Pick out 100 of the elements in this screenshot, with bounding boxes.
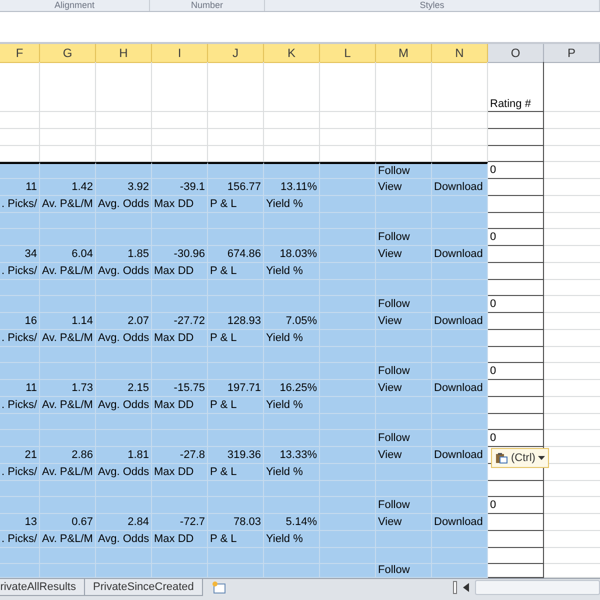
link-text[interactable]: Follow — [376, 296, 432, 313]
table-cell: 13.33% — [264, 447, 320, 464]
table-cell — [376, 414, 432, 430]
table-cell — [208, 548, 264, 564]
table-cell — [264, 430, 320, 447]
link-text[interactable]: View — [376, 380, 432, 397]
table-cell: 7.05% — [264, 313, 320, 330]
table-cell — [320, 347, 376, 363]
table-cell: P & L — [208, 196, 264, 213]
table-cell — [152, 564, 208, 578]
link-text[interactable]: Follow — [376, 497, 432, 514]
split-handle[interactable] — [453, 581, 457, 594]
table-cell — [0, 548, 40, 564]
link-text[interactable]: Download — [432, 447, 488, 464]
horizontal-scrollbar[interactable] — [475, 580, 600, 595]
table-cell: Max DD — [152, 330, 208, 347]
table-cell — [40, 548, 96, 564]
table-cell: 2.84 — [96, 514, 152, 531]
table-cell — [40, 129, 96, 146]
column-header[interactable]: H — [96, 44, 152, 63]
table-cell: Avg. Odds — [96, 263, 152, 280]
column-header[interactable]: J — [208, 44, 264, 63]
table-cell — [208, 229, 264, 246]
table-cell — [432, 531, 488, 548]
link-text[interactable]: View — [376, 246, 432, 263]
link-text[interactable]: Follow — [376, 162, 432, 179]
table-cell — [488, 196, 544, 213]
table-cell: 1.85 — [96, 246, 152, 263]
table-cell — [320, 380, 376, 397]
table-cell — [264, 414, 320, 430]
table-cell: P & L — [208, 397, 264, 414]
table-cell: 18.03% — [264, 246, 320, 263]
table-cell — [96, 481, 152, 497]
column-header[interactable]: P — [544, 44, 600, 63]
paste-options-button[interactable]: (Ctrl) — [491, 448, 550, 468]
link-text[interactable]: Follow — [376, 363, 432, 380]
table-cell — [40, 229, 96, 246]
table-cell — [264, 229, 320, 246]
table-cell: -27.8 — [152, 447, 208, 464]
table-cell — [40, 564, 96, 578]
table-cell — [208, 564, 264, 578]
table-cell: Avg. Odds — [96, 464, 152, 481]
table-cell — [0, 213, 40, 229]
table-cell — [0, 414, 40, 430]
link-text[interactable]: Download — [432, 313, 488, 330]
column-header[interactable]: N — [432, 44, 488, 63]
link-text[interactable]: Download — [432, 179, 488, 196]
table-cell — [208, 213, 264, 229]
table-cell — [264, 564, 320, 578]
table-cell — [264, 280, 320, 296]
table-cell — [376, 347, 432, 363]
table-cell — [208, 347, 264, 363]
link-text[interactable]: Download — [432, 514, 488, 531]
table-cell — [40, 481, 96, 497]
table-cell — [488, 531, 544, 548]
table-cell — [40, 112, 96, 129]
link-text[interactable]: View — [376, 514, 432, 531]
table-cell — [320, 129, 376, 146]
scroll-left-icon[interactable] — [463, 583, 469, 592]
table-cell — [488, 246, 544, 263]
table-cell — [320, 548, 376, 564]
table-cell — [376, 397, 432, 414]
link-text[interactable]: View — [376, 179, 432, 196]
link-text[interactable]: Follow — [376, 229, 432, 246]
table-cell — [376, 62, 432, 112]
table-cell — [40, 363, 96, 380]
link-text[interactable]: Follow — [376, 564, 432, 578]
link-text[interactable]: View — [376, 447, 432, 464]
column-header[interactable]: O — [488, 44, 544, 63]
table-cell: 11 — [0, 179, 40, 196]
table-cell — [208, 430, 264, 447]
link-text[interactable]: Download — [432, 380, 488, 397]
table-cell: . Picks/ — [0, 330, 40, 347]
table-cell — [0, 481, 40, 497]
table-cell: 2.86 — [40, 447, 96, 464]
column-header[interactable]: G — [40, 44, 96, 63]
insert-sheet-icon[interactable] — [210, 581, 227, 594]
table-cell — [376, 481, 432, 497]
table-cell — [0, 564, 40, 578]
column-header[interactable]: I — [152, 44, 208, 63]
table-cell: 11 — [0, 380, 40, 397]
sheet-tab[interactable]: rivateAllResults — [0, 579, 85, 596]
sheet-tab[interactable]: PrivateSinceCreated — [85, 579, 203, 596]
table-cell: 16.25% — [264, 380, 320, 397]
link-text[interactable]: Download — [432, 246, 488, 263]
table-cell — [488, 481, 544, 497]
column-header[interactable]: K — [264, 44, 320, 63]
column-header[interactable]: L — [320, 44, 376, 63]
table-cell — [0, 347, 40, 363]
table-cell — [152, 363, 208, 380]
table-cell — [488, 330, 544, 347]
column-header[interactable]: F — [0, 44, 40, 63]
table-cell — [0, 62, 40, 112]
link-text[interactable]: View — [376, 313, 432, 330]
link-text[interactable]: Follow — [376, 430, 432, 447]
table-cell: Av. P&L/M — [40, 196, 96, 213]
table-cell: 156.77 — [208, 179, 264, 196]
table-cell: 13 — [0, 514, 40, 531]
column-header[interactable]: M — [376, 44, 432, 63]
ribbon-group-label: Styles — [420, 0, 444, 11]
